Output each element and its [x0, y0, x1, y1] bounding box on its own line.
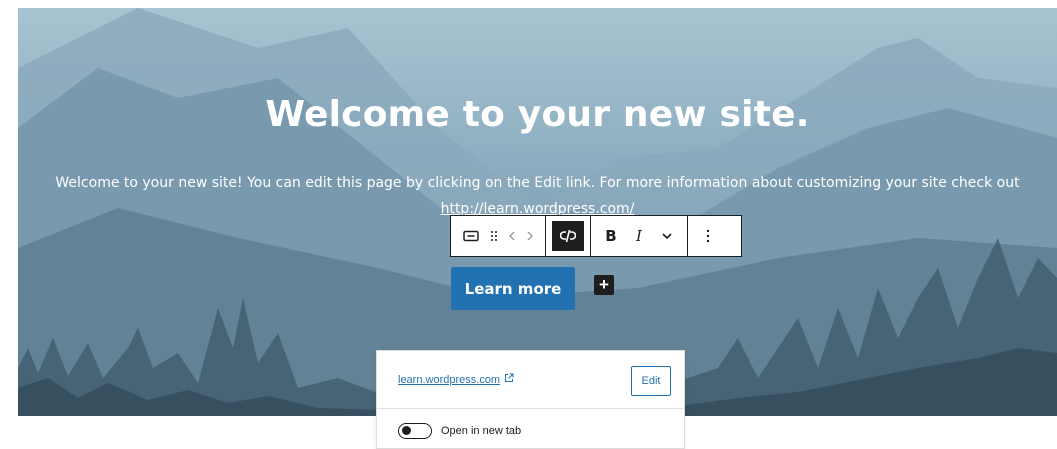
- learn-more-button[interactable]: Learn more: [451, 267, 575, 310]
- toolbar-link-controls: [546, 216, 591, 256]
- bold-icon[interactable]: B: [597, 221, 625, 251]
- hero-heading[interactable]: Welcome to your new site.: [18, 94, 1057, 135]
- toolbar-options: [688, 216, 728, 256]
- edit-link-button[interactable]: Edit: [631, 366, 671, 396]
- button-block-icon[interactable]: [457, 221, 485, 251]
- block-toolbar: B I: [450, 215, 742, 257]
- link-preview-text[interactable]: learn.wordpress.com: [398, 374, 500, 386]
- link-popover: learn.wordpress.com Edit Open in new tab: [376, 350, 685, 449]
- open-in-new-tab-toggle[interactable]: [398, 423, 432, 439]
- more-options-icon[interactable]: [694, 221, 722, 251]
- editor-canvas: Welcome to your new site. Welcome to you…: [0, 0, 1057, 449]
- link-preview-row: learn.wordpress.com Edit: [377, 351, 684, 409]
- external-link-icon: [504, 373, 514, 386]
- unlink-icon[interactable]: [552, 221, 584, 251]
- chevron-down-icon[interactable]: [653, 221, 681, 251]
- toolbar-block-controls: [451, 216, 546, 256]
- italic-icon[interactable]: I: [625, 221, 653, 251]
- toggle-knob: [402, 426, 411, 435]
- chevron-right-icon[interactable]: [521, 221, 539, 251]
- chevron-left-icon[interactable]: [503, 221, 521, 251]
- toolbar-format-controls: B I: [591, 216, 688, 256]
- hero-paragraph-text: Welcome to your new site! You can edit t…: [55, 175, 1020, 191]
- open-in-new-tab-label: Open in new tab: [441, 425, 522, 437]
- add-block-icon[interactable]: +: [594, 275, 614, 295]
- link-preview[interactable]: learn.wordpress.com: [398, 373, 514, 386]
- drag-handle-icon[interactable]: [485, 221, 503, 251]
- open-in-new-tab-setting[interactable]: Open in new tab: [398, 423, 521, 439]
